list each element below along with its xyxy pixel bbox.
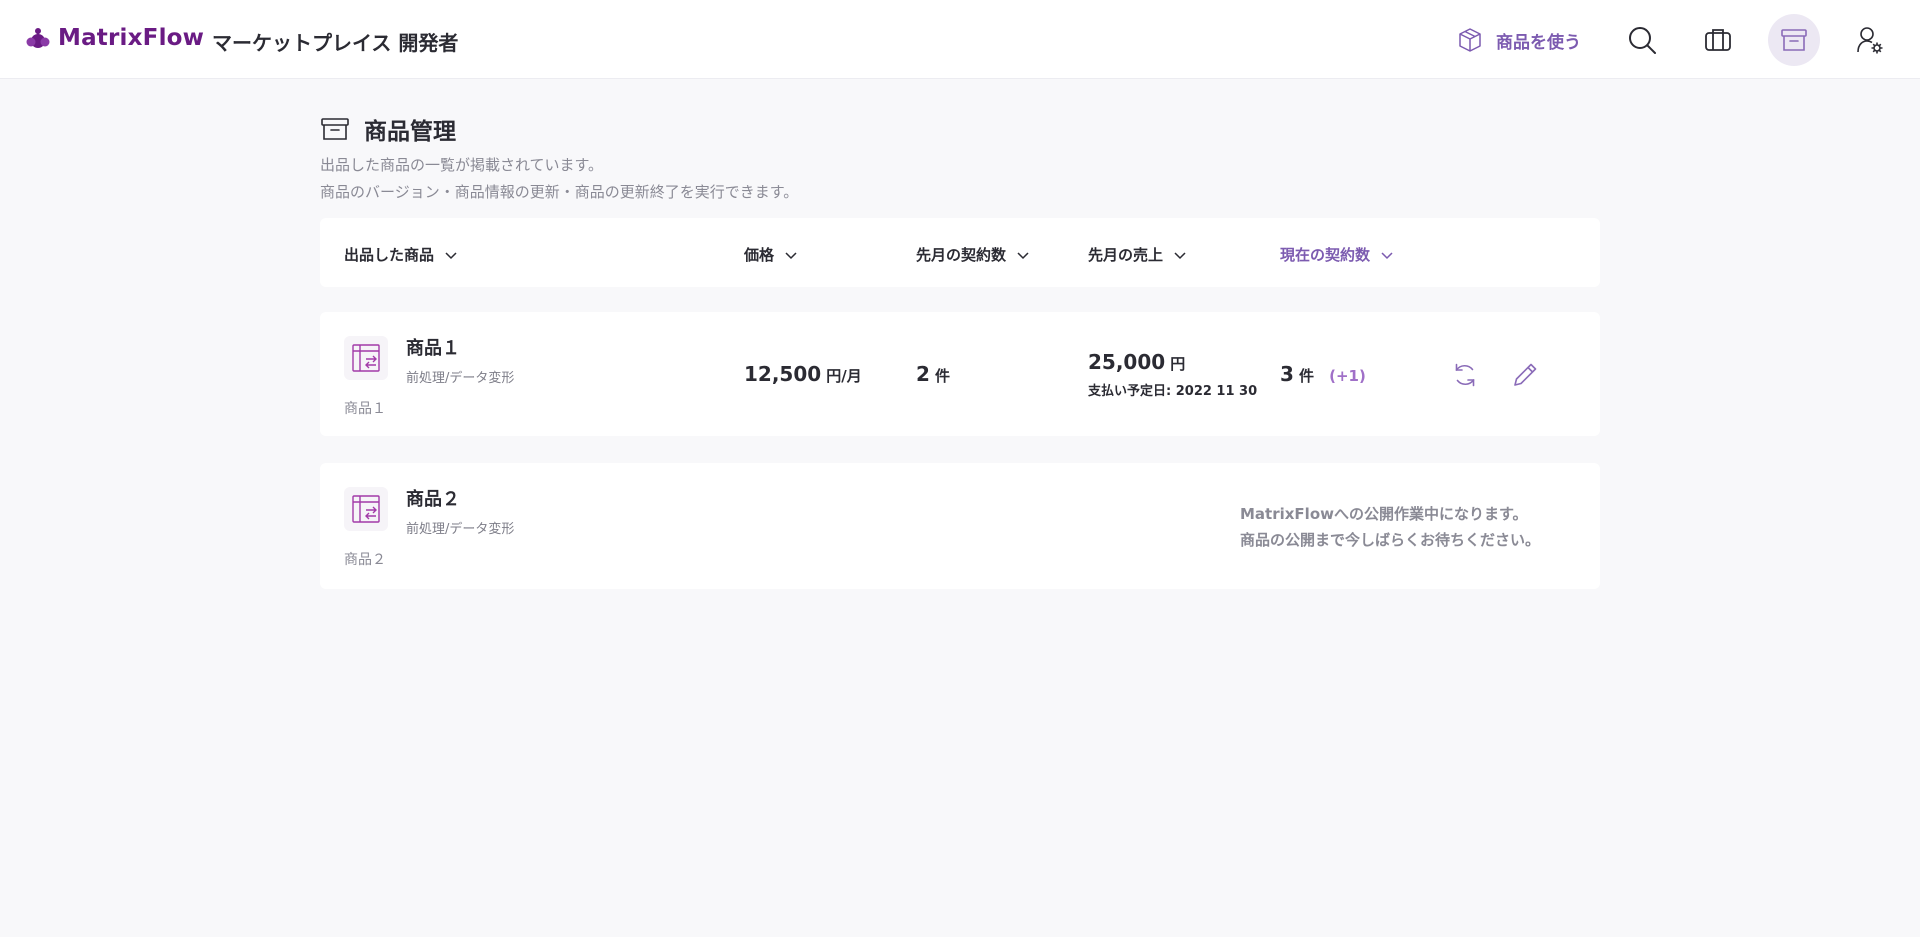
price-value: 12,500 <box>744 362 822 386</box>
use-products-button[interactable]: 商品を使う <box>1456 22 1581 58</box>
current-contracts-unit: 件 <box>1299 367 1315 385</box>
product-management-button[interactable] <box>1768 14 1820 66</box>
page-heading: 商品管理 <box>320 112 456 146</box>
edit-icon <box>1514 363 1537 386</box>
app-title: マーケットプレイス 開発者 <box>212 31 459 55</box>
page-description-line1: 出品した商品の一覧が掲載されています。 <box>320 156 604 174</box>
column-price-label: 価格 <box>744 246 775 264</box>
use-products-label: 商品を使う <box>1496 32 1581 53</box>
edit-product-button[interactable] <box>1505 355 1545 395</box>
publishing-notice: MatrixFlowへの公開作業中になります。 商品の公開まで今しばらくお待ちく… <box>1240 501 1540 553</box>
price-unit: 円/月 <box>826 367 862 385</box>
table-transform-icon <box>352 495 380 523</box>
current-contracts: 3 件 (+1) <box>1280 362 1366 386</box>
sort-last-month-contracts[interactable]: 先月の契約数 <box>916 244 1030 265</box>
brand-logo[interactable]: MatrixFlow <box>24 24 204 52</box>
chevron-down-icon <box>445 251 457 259</box>
product-name[interactable]: 商品１ <box>406 334 460 360</box>
sort-product[interactable]: 出品した商品 <box>344 244 458 265</box>
column-product-label: 出品した商品 <box>344 246 435 264</box>
current-contracts-value: 3 <box>1280 362 1294 386</box>
user-settings-button[interactable] <box>1844 14 1896 66</box>
search-button[interactable] <box>1616 14 1668 66</box>
table-transform-icon <box>352 344 380 372</box>
product-price: 12,500 円/月 <box>744 362 862 386</box>
product-thumbnail <box>344 336 388 380</box>
last-month-contracts: 2 件 <box>916 362 950 386</box>
sort-current-contracts[interactable]: 現在の契約数 <box>1280 244 1394 265</box>
chevron-down-icon <box>1017 251 1029 259</box>
product-row[interactable]: 商品２ 前処理/データ変形 商品２ MatrixFlowへの公開作業中になります… <box>320 463 1600 589</box>
last-contracts-value: 2 <box>916 362 930 386</box>
table-header: 出品した商品 価格 先月の契約数 先月の売上 現在の契約数 <box>320 218 1600 287</box>
chevron-down-icon <box>1174 251 1186 259</box>
publishing-notice-line1: MatrixFlowへの公開作業中になります。 <box>1240 505 1528 523</box>
sort-price[interactable]: 価格 <box>744 244 798 265</box>
current-contracts-delta: (+1) <box>1329 367 1366 385</box>
search-icon <box>1629 27 1656 54</box>
payment-date: 支払い予定日: 2022 11 30 <box>1088 384 1258 399</box>
column-current-contracts-label: 現在の契約数 <box>1280 246 1371 264</box>
user-settings-icon <box>1857 27 1883 54</box>
archive-box-icon <box>321 118 349 140</box>
chevron-down-icon <box>1381 251 1393 259</box>
product-subtitle: 商品２ <box>344 552 386 568</box>
sort-last-month-sales[interactable]: 先月の売上 <box>1088 244 1187 265</box>
page-title: 商品管理 <box>364 119 456 145</box>
product-thumbnail <box>344 487 388 531</box>
sales-unit: 円 <box>1170 355 1186 373</box>
product-category: 前処理/データ変形 <box>406 371 515 386</box>
product-row[interactable]: 商品１ 前処理/データ変形 商品１ 12,500 円/月 2 件 25,000 … <box>320 312 1600 436</box>
last-contracts-unit: 件 <box>935 367 951 385</box>
top-header: MatrixFlow マーケットプレイス 開発者 商品を使う <box>0 0 1920 79</box>
update-version-button[interactable] <box>1445 355 1485 395</box>
page-description-line2: 商品のバージョン・商品情報の更新・商品の更新終了を実行できます。 <box>320 183 799 201</box>
refresh-icon <box>1455 363 1475 387</box>
product-subtitle: 商品１ <box>344 401 386 417</box>
product-name[interactable]: 商品２ <box>406 485 460 511</box>
brand-name: MatrixFlow <box>58 25 205 51</box>
last-month-sales: 25,000 円 <box>1088 350 1185 374</box>
archive-box-icon <box>1781 29 1807 51</box>
matrixflow-logo-icon <box>26 28 50 48</box>
column-last-month-contracts-label: 先月の契約数 <box>916 246 1007 264</box>
publishing-notice-line2: 商品の公開まで今しばらくお待ちください。 <box>1240 531 1541 549</box>
briefcase-button[interactable] <box>1692 14 1744 66</box>
sales-value: 25,000 <box>1088 350 1166 374</box>
briefcase-icon <box>1705 29 1731 51</box>
product-category: 前処理/データ変形 <box>406 522 515 537</box>
cube-icon <box>1459 28 1481 52</box>
chevron-down-icon <box>785 251 797 259</box>
column-last-month-sales-label: 先月の売上 <box>1088 246 1164 264</box>
